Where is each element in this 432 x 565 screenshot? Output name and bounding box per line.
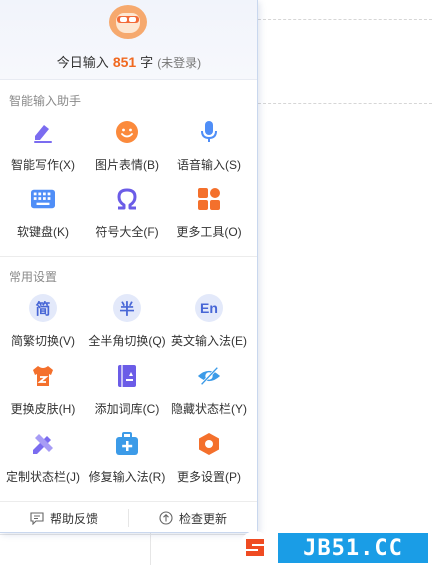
soft-keyboard-button[interactable]: 软键盘(K) (0, 187, 86, 247)
item-label: 智能写作(X) (11, 158, 75, 172)
item-label: 语音输入(S) (177, 158, 241, 172)
separator-line (0, 534, 258, 535)
more-settings-button[interactable]: 更多设置(P) (166, 432, 252, 492)
item-label: 符号大全(F) (95, 225, 159, 239)
customize-status-bar-button[interactable]: 定制状态栏(J) (0, 432, 86, 492)
add-dictionary-button[interactable]: 添加词库(C) (84, 364, 170, 424)
hexagon-settings-icon (197, 432, 221, 456)
change-skin-button[interactable]: 更换皮肤(H) (0, 364, 86, 424)
help-feedback-button[interactable]: 帮助反馈 (0, 502, 128, 534)
avatar[interactable] (109, 5, 147, 39)
english-input-toggle[interactable]: En 英文输入法(E) (166, 294, 252, 356)
keyboard-icon (31, 187, 55, 211)
menu-header: 今日输入 851 字 (未登录) (0, 0, 257, 80)
dictionary-icon (115, 364, 139, 388)
typing-stat: 今日输入 851 字 (未登录) (0, 52, 258, 71)
item-label: 图片表情(B) (95, 158, 159, 172)
full-half-width-toggle[interactable]: 半 全半角切换(Q) (84, 294, 170, 356)
login-status[interactable]: (未登录) (157, 56, 201, 70)
omega-icon (115, 187, 139, 211)
traditional-simplified-icon: 简 (29, 294, 57, 322)
stat-prefix: 今日输入 (56, 55, 109, 70)
document-background (258, 0, 432, 565)
voice-input-button[interactable]: 语音输入(S) (166, 120, 252, 180)
microphone-icon (197, 120, 221, 144)
item-label: 全半角切换(Q) (88, 334, 166, 348)
dashed-line (258, 19, 432, 20)
item-label: 更多设置(P) (177, 470, 241, 484)
section-title-settings: 常用设置 (9, 270, 58, 284)
half-width-icon: 半 (113, 294, 141, 322)
watermark-text: JB51.CC (278, 533, 428, 563)
smile-icon (115, 120, 139, 144)
hidden-eye-icon (197, 364, 221, 388)
feedback-icon (30, 511, 44, 525)
item-label: 更多工具(O) (176, 225, 242, 239)
watermark-logo-icon (238, 529, 272, 563)
more-tools-button[interactable]: 更多工具(O) (166, 187, 252, 247)
section-divider (0, 256, 257, 257)
stat-count: 851 (112, 54, 137, 70)
symbols-button[interactable]: 符号大全(F) (84, 187, 170, 247)
item-label: 简繁切换(V) (11, 334, 75, 348)
pen-icon (31, 120, 55, 144)
update-label: 检查更新 (178, 511, 227, 526)
smart-writing-button[interactable]: 智能写作(X) (0, 120, 86, 180)
hide-status-bar-button[interactable]: 隐藏状态栏(Y) (166, 364, 252, 424)
feedback-label: 帮助反馈 (49, 511, 98, 526)
skin-shirt-icon (31, 364, 55, 388)
repair-kit-icon (115, 432, 139, 456)
repair-input-method-button[interactable]: 修复输入法(R) (84, 432, 170, 492)
section-title-assistant: 智能输入助手 (9, 94, 82, 108)
menu-footer: 帮助反馈 检查更新 (0, 501, 257, 533)
item-label: 隐藏状态栏(Y) (171, 402, 247, 416)
update-arrow-icon (159, 511, 173, 525)
item-label: 定制状态栏(J) (6, 470, 80, 484)
pencil-ruler-icon (31, 432, 55, 456)
grid-tools-icon (197, 187, 221, 211)
item-label: 添加词库(C) (94, 402, 160, 416)
input-method-menu-panel: 今日输入 851 字 (未登录) 智能输入助手 智能写作(X) 图片表情(B) 语音输… (0, 0, 258, 533)
item-label: 英文输入法(E) (171, 334, 247, 348)
item-label: 软键盘(K) (17, 225, 69, 239)
stat-suffix: 字 (140, 55, 154, 70)
image-emoji-button[interactable]: 图片表情(B) (84, 120, 170, 180)
dashed-line (258, 103, 432, 104)
item-label: 修复输入法(R) (88, 470, 166, 484)
site-watermark: JB51.CC (238, 529, 432, 565)
english-input-icon: En (195, 294, 223, 322)
simplified-traditional-toggle[interactable]: 简 简繁切换(V) (0, 294, 86, 356)
item-label: 更换皮肤(H) (10, 402, 76, 416)
